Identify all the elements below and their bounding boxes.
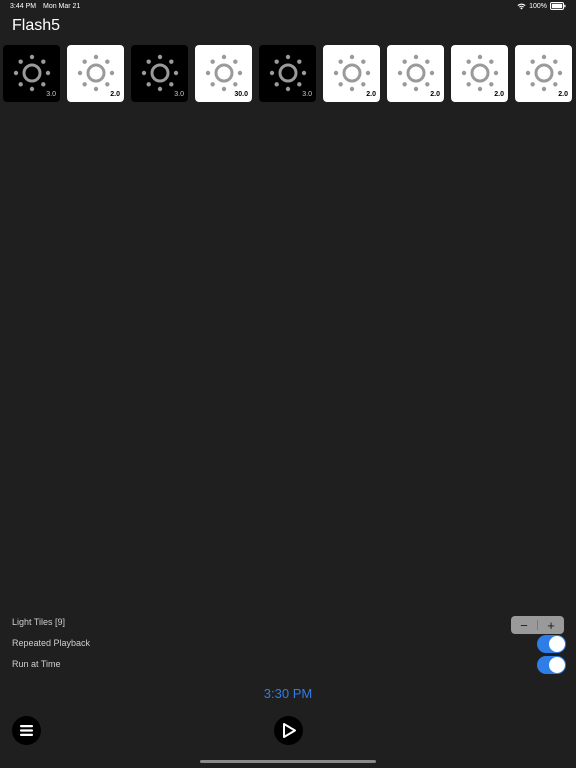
run-at-time-setting: Run at Time [0,655,576,677]
light-bulb-icon [141,54,179,92]
wifi-icon [517,3,526,9]
light-bulb-icon [461,54,499,92]
toggle-knob [549,657,565,673]
light-tile-9[interactable]: 2.0 [515,45,572,102]
battery-icon [550,2,566,10]
play-icon [282,723,296,738]
light-tile-1[interactable]: 3.0 [3,45,60,102]
light-tile-7[interactable]: 2.0 [387,45,444,102]
menu-button[interactable] [12,716,41,745]
tile-duration: 3.0 [174,91,184,98]
repeated-playback-toggle[interactable] [537,635,566,653]
light-tile-8[interactable]: 2.0 [451,45,508,102]
increment-button[interactable]: + [538,616,564,634]
home-indicator [200,760,376,763]
tile-duration: 2.0 [110,91,120,98]
tile-duration: 2.0 [494,91,504,98]
light-bulb-icon [13,54,51,92]
battery-percent: 100% [529,2,547,10]
light-bulb-icon [333,54,371,92]
light-bulb-icon [269,54,307,92]
light-tile-3[interactable]: 3.0 [131,45,188,102]
light-tiles-label: Light Tiles [9] [12,617,66,627]
decrement-button[interactable]: − [511,616,537,634]
tile-duration: 2.0 [430,91,440,98]
status-indicators: 100% [517,2,566,10]
play-button[interactable] [274,716,303,745]
light-tile-2[interactable]: 2.0 [67,45,124,102]
status-bar: 3:44 PM Mon Mar 21 100% [0,0,576,14]
light-tiles-stepper[interactable]: − + [511,616,564,634]
tile-duration: 3.0 [46,91,56,98]
toggle-knob [549,636,565,652]
light-bulb-icon [205,54,243,92]
light-tiles-setting: Light Tiles [9] − + [0,613,576,635]
app-title: Flash5 [12,17,61,34]
run-at-time-toggle[interactable] [537,656,566,674]
light-bulb-icon [397,54,435,92]
status-time: 3:44 PM [10,3,37,10]
light-tiles-row: 3.0 2.0 3.0 30.0 3.0 2.0 2.0 2.0 2.0 [3,45,572,102]
light-tile-6[interactable]: 2.0 [323,45,380,102]
tile-duration: 2.0 [366,91,376,98]
tile-duration: 3.0 [302,91,312,98]
run-at-time-label: Run at Time [12,659,61,669]
repeated-playback-label: Repeated Playback [12,638,91,648]
tile-duration: 2.0 [558,91,568,98]
light-bulb-icon [525,54,563,92]
light-bulb-icon [77,54,115,92]
light-tile-4[interactable]: 30.0 [195,45,252,102]
light-tile-5[interactable]: 3.0 [259,45,316,102]
tile-duration: 30.0 [234,91,248,98]
status-date: Mon Mar 21 [43,3,81,10]
run-time-picker[interactable]: 3:30 PM [0,686,576,701]
repeated-playback-setting: Repeated Playback [0,634,576,656]
menu-icon [20,725,33,736]
